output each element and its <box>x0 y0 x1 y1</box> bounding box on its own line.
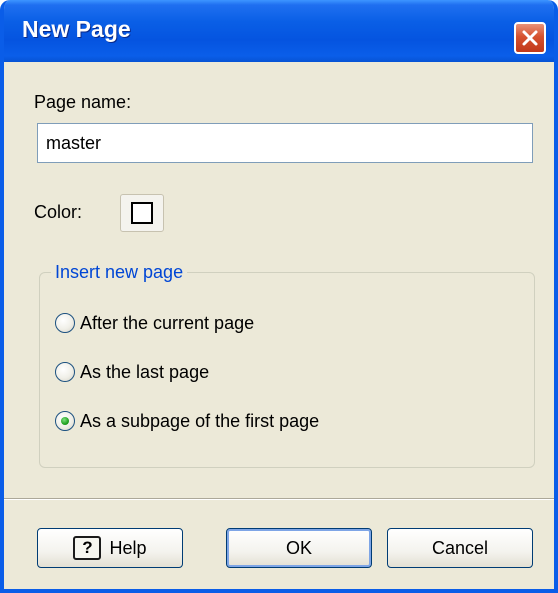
help-icon: ? <box>73 536 102 560</box>
radio-label: As a subpage of the first page <box>80 410 320 431</box>
radio-button-selected[interactable] <box>55 411 75 431</box>
color-picker-button[interactable] <box>120 194 164 232</box>
page-name-label: Page name: <box>34 92 132 112</box>
footer-separator <box>4 498 554 500</box>
close-button[interactable] <box>514 22 546 54</box>
title-bar[interactable]: New Page <box>4 0 554 62</box>
ok-button-label: OK <box>285 537 312 558</box>
radio-after-current-page[interactable]: After the current page <box>55 310 254 336</box>
dialog-title: New Page <box>22 16 131 42</box>
radio-label: After the current page <box>80 312 255 333</box>
radio-as-subpage-of-first-page[interactable]: As a subpage of the first page <box>55 408 319 434</box>
page-name-input[interactable]: master <box>37 123 533 163</box>
cancel-button-label: Cancel <box>431 537 489 558</box>
ok-button[interactable]: OK <box>226 528 372 568</box>
radio-label: As the last page <box>80 361 210 382</box>
color-label: Color: <box>34 202 83 222</box>
color-swatch <box>131 202 153 224</box>
radio-as-last-page[interactable]: As the last page <box>55 359 209 385</box>
cancel-button[interactable]: Cancel <box>387 528 533 568</box>
close-icon <box>522 30 538 46</box>
insert-new-page-legend: Insert new page <box>51 262 188 283</box>
radio-button-unselected[interactable] <box>55 362 75 382</box>
new-page-dialog: New Page Page name: master Color: Insert… <box>0 0 558 593</box>
radio-selected-dot <box>61 417 69 425</box>
help-button[interactable]: ? Help <box>37 528 183 568</box>
radio-button-unselected[interactable] <box>55 313 75 333</box>
help-button-label: Help <box>109 537 147 558</box>
